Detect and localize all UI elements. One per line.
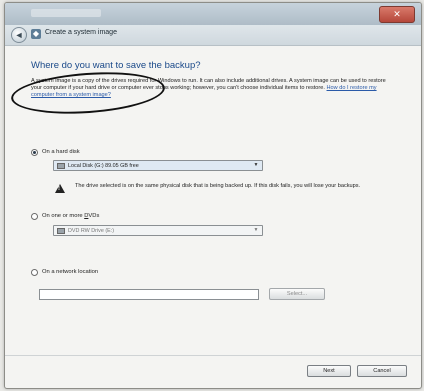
next-button[interactable]: Next: [307, 365, 351, 377]
back-button[interactable]: ◄: [11, 27, 27, 43]
wizard-nav-bar: ◄ ◆ Create a system image: [5, 25, 421, 46]
dvd-radio[interactable]: [31, 213, 38, 220]
dvd-label[interactable]: On one or more DVDs: [42, 213, 99, 219]
hard-disk-radio[interactable]: [31, 149, 38, 156]
network-location-input[interactable]: [39, 289, 259, 300]
page-heading: Where do you want to save the backup?: [31, 60, 201, 71]
title-bar[interactable]: ✕: [5, 3, 421, 26]
wizard-title: Create a system image: [45, 29, 117, 36]
network-radio[interactable]: [31, 269, 38, 276]
hard-disk-label[interactable]: On a hard disk: [42, 149, 80, 155]
drive-icon: [57, 163, 65, 169]
annotation-circle: [9, 67, 167, 119]
chevron-down-icon: ▼: [253, 227, 259, 233]
cancel-button[interactable]: Cancel: [357, 365, 407, 377]
hard-disk-dropdown[interactable]: Local Disk (G:) 89.05 GB free ▼: [53, 160, 263, 171]
title-text-blurred: [31, 9, 101, 17]
select-network-button[interactable]: Select...: [269, 288, 325, 300]
backup-wizard-icon: ◆: [31, 29, 41, 39]
hard-disk-dropdown-value: Local Disk (G:) 89.05 GB free: [68, 163, 139, 169]
dvd-label-prefix: On one or more: [42, 213, 85, 219]
back-arrow-icon: ◄: [14, 30, 24, 40]
dvd-label-suffix: VDs: [88, 213, 100, 219]
warning-text: The drive selected is on the same physic…: [75, 183, 361, 189]
close-button[interactable]: ✕: [379, 6, 415, 23]
warning-icon: [55, 184, 65, 193]
dvd-dropdown-value: DVD RW Drive (E:): [68, 228, 115, 234]
dvd-drive-icon: [57, 228, 65, 234]
close-icon: ✕: [393, 9, 401, 19]
network-label[interactable]: On a network location: [42, 269, 98, 275]
dialog-window: ✕ ◄ ◆ Create a system image Where do you…: [4, 2, 422, 389]
dvd-dropdown[interactable]: DVD RW Drive (E:) ▼: [53, 225, 263, 236]
footer-divider: [5, 355, 421, 356]
warning-icon-mark: !: [58, 186, 60, 192]
chevron-down-icon: ▼: [253, 162, 259, 168]
